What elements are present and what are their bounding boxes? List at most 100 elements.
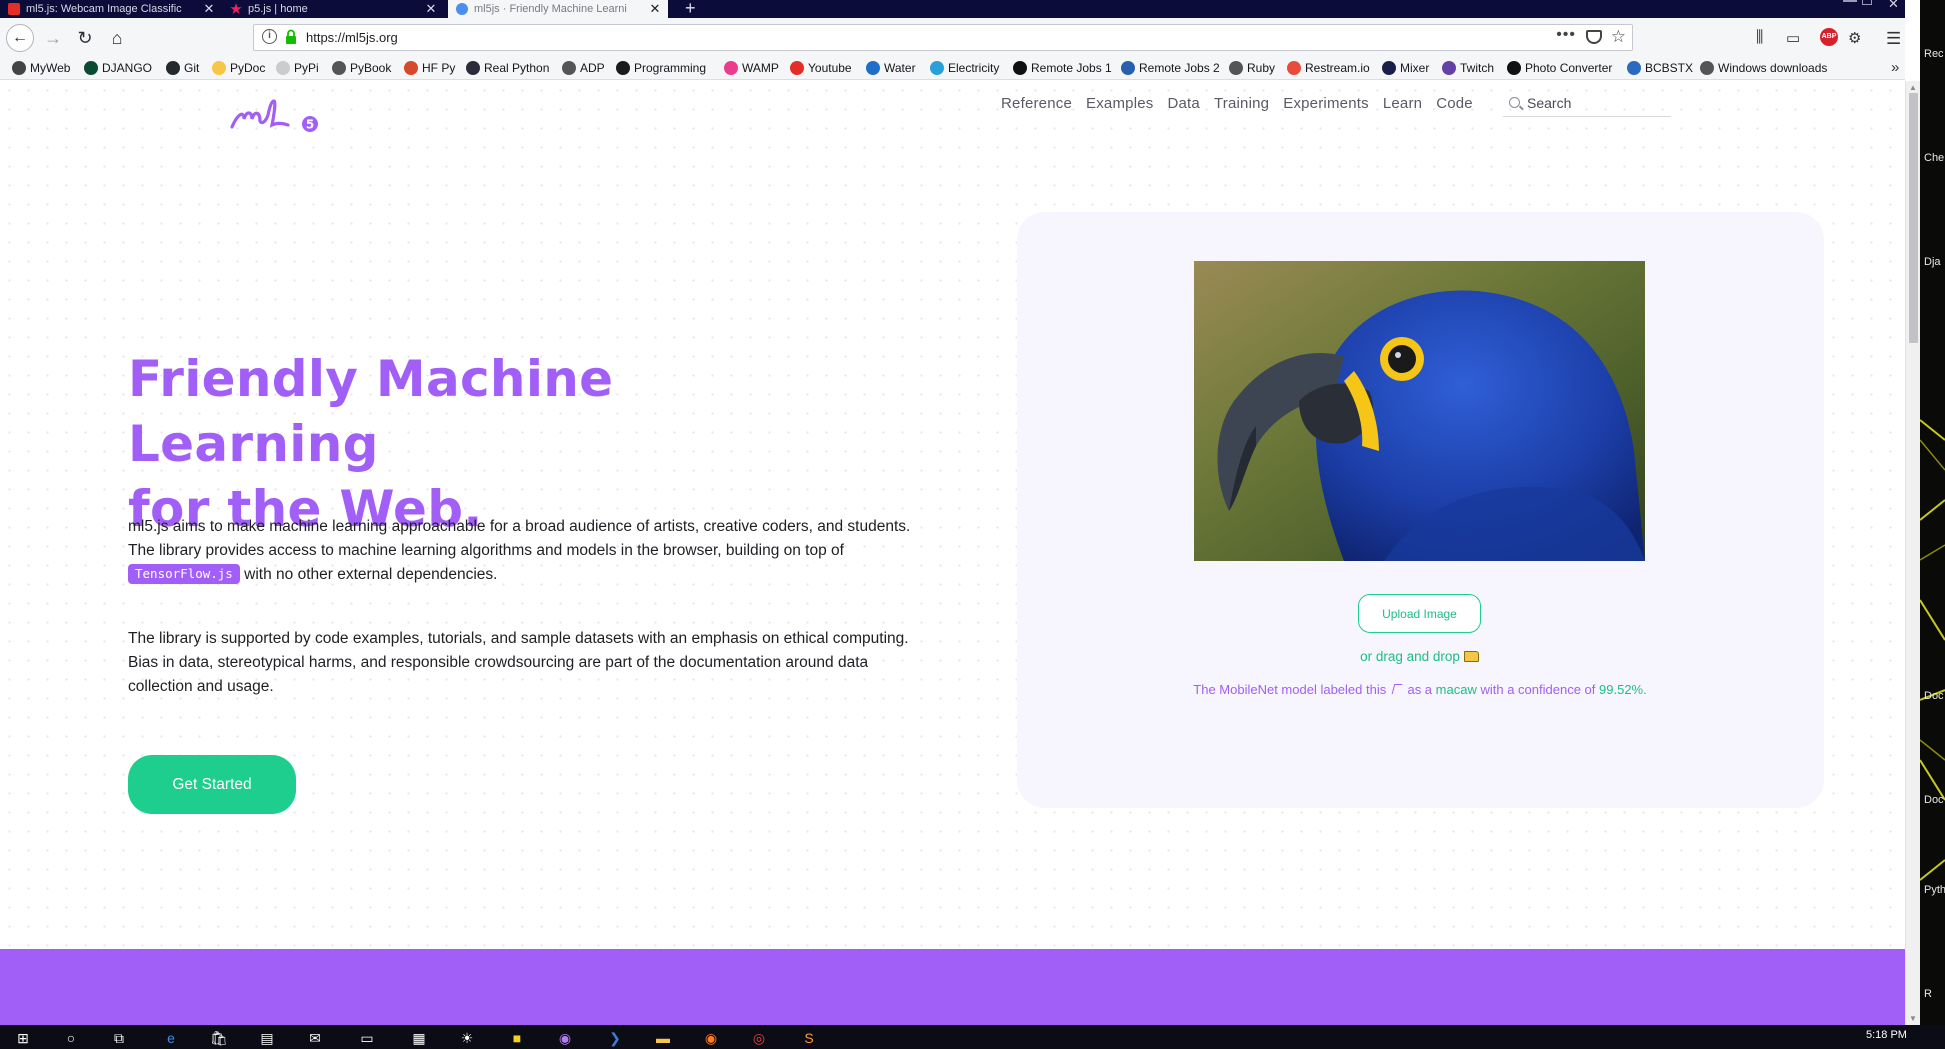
bookmark-item[interactable]: DJANGO <box>84 61 152 75</box>
windows-start-icon[interactable]: ⊞ <box>14 1029 32 1047</box>
forward-arrow-icon[interactable]: → <box>42 27 64 49</box>
back-arrow-icon[interactable]: ← <box>6 24 34 52</box>
vertical-scrollbar[interactable]: ▲ ▼ <box>1905 81 1920 1025</box>
drag-and-drop-hint[interactable]: or drag and drop <box>1194 649 1645 664</box>
bookmark-item[interactable]: Electricity <box>930 61 999 75</box>
site-info-icon[interactable]: i <box>262 29 277 44</box>
bookmark-label: PyBook <box>350 61 392 75</box>
desktop-icon-label[interactable]: Rec <box>1924 48 1944 60</box>
desktop-icon-label[interactable]: Che <box>1924 152 1944 164</box>
bookmark-item[interactable]: Programming <box>616 61 706 75</box>
sidebar-icon[interactable]: ▭ <box>1786 29 1800 47</box>
library-icon[interactable]: ⫼ <box>1756 29 1763 47</box>
reload-icon[interactable]: ↻ <box>74 27 96 49</box>
upload-image-button[interactable]: Upload Image <box>1358 594 1481 633</box>
firefox-icon[interactable]: ◉ <box>702 1029 720 1047</box>
tab-p5js-home[interactable]: p5.js | home ✕ <box>222 0 444 18</box>
bookmark-favicon-icon <box>1229 61 1243 75</box>
bookmark-label: Remote Jobs 2 <box>1139 61 1220 75</box>
app-circle-icon[interactable]: ◉ <box>556 1029 574 1047</box>
tab-ml5js-active[interactable]: ml5js · Friendly Machine Learni ✕ <box>448 0 668 18</box>
result-prefix: The MobileNet model labeled this <box>1193 682 1387 697</box>
adblock-icon[interactable]: ABP <box>1820 28 1838 46</box>
menu-hamburger-icon[interactable]: ☰ <box>1886 29 1901 49</box>
sublime-text-icon[interactable]: S <box>800 1029 818 1047</box>
bookmark-item[interactable]: WAMP <box>724 61 779 75</box>
nav-examples[interactable]: Examples <box>1086 95 1153 112</box>
store-icon[interactable]: 🛍 <box>210 1029 228 1047</box>
minimize-icon[interactable] <box>1843 0 1857 2</box>
page-actions-icon[interactable]: ••• <box>1556 26 1576 44</box>
window-close-icon[interactable]: ✕ <box>1888 0 1899 12</box>
chrome-icon[interactable]: ◎ <box>750 1029 768 1047</box>
bookmark-item[interactable]: Ruby <box>1229 61 1275 75</box>
bookmark-item[interactable]: Twitch <box>1442 61 1494 75</box>
nav-code[interactable]: Code <box>1436 95 1473 112</box>
powershell-icon[interactable]: ❯ <box>606 1029 624 1047</box>
url-bar[interactable]: i https://ml5js.org ••• ☆ <box>253 24 1633 51</box>
search-icon[interactable]: ○ <box>62 1029 80 1047</box>
sticky-notes-icon[interactable]: ■ <box>508 1029 526 1047</box>
tensorflow-link[interactable]: TensorFlow.js <box>128 564 240 584</box>
maximize-icon[interactable] <box>1862 0 1872 5</box>
bookmark-item[interactable]: BCBSTX <box>1627 61 1693 75</box>
brightness-icon[interactable]: ☀ <box>458 1029 476 1047</box>
close-icon[interactable]: ✕ <box>424 1 438 17</box>
bookmark-item[interactable]: Water <box>866 61 916 75</box>
task-view-icon[interactable]: ⧉ <box>110 1029 128 1047</box>
edge-browser-icon[interactable]: e <box>162 1029 180 1047</box>
nav-learn[interactable]: Learn <box>1383 95 1422 112</box>
bookmark-label: Restream.io <box>1305 61 1370 75</box>
taskbar-clock[interactable]: 5:18 PM <box>1866 1029 1907 1041</box>
desktop-icon-label[interactable]: R <box>1924 988 1932 1000</box>
bookmark-item[interactable]: PyBook <box>332 61 391 75</box>
close-icon[interactable]: ✕ <box>202 1 216 17</box>
bookmark-item[interactable]: ADP <box>562 61 605 75</box>
bookmark-item[interactable]: Remote Jobs 1 <box>1013 61 1112 75</box>
bookmark-item[interactable]: Windows downloads <box>1700 61 1827 75</box>
file-explorer-icon[interactable]: ▬ <box>654 1029 672 1047</box>
pocket-icon[interactable] <box>1586 30 1602 44</box>
close-icon[interactable]: ✕ <box>648 1 662 17</box>
bookmark-star-icon[interactable]: ☆ <box>1611 27 1626 47</box>
search-input[interactable] <box>1527 93 1667 113</box>
scroll-up-arrow-icon[interactable]: ▲ <box>1909 83 1917 92</box>
hero-headline: Friendly Machine Learning for the Web. <box>128 347 848 542</box>
nav-reference[interactable]: Reference <box>1001 95 1072 112</box>
desktop-icon-label[interactable]: Pyth <box>1924 884 1945 896</box>
bookmark-item[interactable]: Photo Converter <box>1507 61 1612 75</box>
home-icon[interactable]: ⌂ <box>106 27 128 49</box>
windows-taskbar: ⊞ ○ ⧉ e 🛍 ▤ ✉ ▭ ▦ ☀ ■ ◉ ❯ ▬ ◉ ◎ S 5:18 P… <box>0 1025 1945 1049</box>
nav-experiments[interactable]: Experiments <box>1283 95 1369 112</box>
bookmark-item[interactable]: Remote Jobs 2 <box>1121 61 1220 75</box>
get-started-button[interactable]: Get Started <box>128 755 296 814</box>
settings-gear-icon[interactable]: ⚙ <box>1848 29 1861 47</box>
mail-icon[interactable]: ✉ <box>306 1029 324 1047</box>
nav-training[interactable]: Training <box>1214 95 1269 112</box>
bookmark-favicon-icon <box>404 61 418 75</box>
nav-data[interactable]: Data <box>1167 95 1200 112</box>
tab-webcam-classifier[interactable]: ml5.js: Webcam Image Classific ✕ <box>0 0 222 18</box>
bookmark-item[interactable]: HF Py <box>404 61 455 75</box>
calculator-icon[interactable]: ▦ <box>410 1029 428 1047</box>
bookmark-item[interactable]: Mixer <box>1382 61 1429 75</box>
bookmark-item[interactable]: PyDoc <box>212 61 265 75</box>
bookmark-item[interactable]: Restream.io <box>1287 61 1370 75</box>
terminal-icon[interactable]: ▭ <box>358 1029 376 1047</box>
scroll-thumb[interactable] <box>1909 93 1918 343</box>
bookmark-label: WAMP <box>742 61 779 75</box>
bookmark-item[interactable]: PyPi <box>276 61 319 75</box>
bookmark-favicon-icon <box>1013 61 1027 75</box>
scroll-down-arrow-icon[interactable]: ▼ <box>1909 1014 1917 1023</box>
bookmark-item[interactable]: MyWeb <box>12 61 70 75</box>
bookmarks-overflow-chevron-icon[interactable]: » <box>1891 59 1899 76</box>
desktop-icon-label[interactable]: Doc <box>1924 794 1944 806</box>
bookmark-item[interactable]: Git <box>166 61 199 75</box>
bookmark-item[interactable]: Real Python <box>466 61 549 75</box>
desktop-icon-label[interactable]: Doc <box>1924 690 1944 702</box>
desktop-icon-label[interactable]: Dja <box>1924 256 1941 268</box>
document-icon[interactable]: ▤ <box>258 1029 276 1047</box>
bookmark-item[interactable]: Youtube <box>790 61 852 75</box>
ml5-logo[interactable]: 5 <box>230 95 322 135</box>
new-tab-plus-icon[interactable]: + <box>685 0 696 19</box>
